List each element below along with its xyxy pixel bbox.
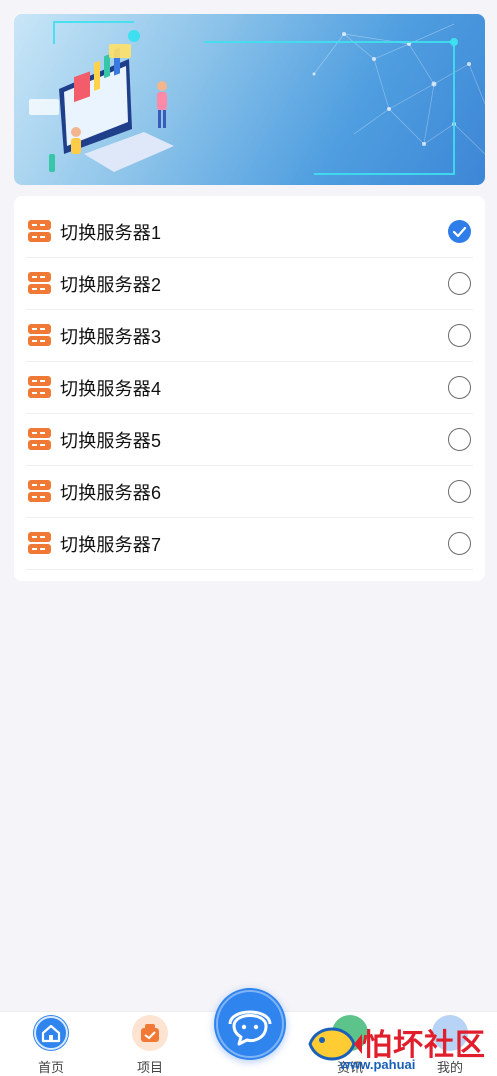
server-option-label: 切换服务器5 — [60, 430, 162, 451]
server-list: 切换服务器1 切换服务器2 切换服务器3 切换服务器4 切换服务器5 切换服务器… — [14, 196, 485, 581]
server-option-7[interactable]: 切换服务器7 — [26, 518, 473, 570]
server-option-label: 切换服务器2 — [60, 274, 162, 295]
server-option-label: 切换服务器4 — [60, 378, 162, 399]
server-option-label: 切换服务器1 — [60, 222, 162, 243]
customer-service-button[interactable] — [214, 988, 286, 1060]
server-icon — [28, 532, 51, 555]
server-icon — [28, 324, 51, 347]
server-option-2[interactable]: 切换服务器2 — [26, 258, 473, 310]
customer-service-icon — [216, 990, 284, 1058]
radio-checked-icon[interactable] — [448, 220, 471, 243]
server-option-1[interactable]: 切换服务器1 — [26, 206, 473, 258]
server-icon — [28, 376, 51, 399]
tab-home[interactable]: 首页 — [11, 1012, 91, 1076]
tab-project-label: 项目 — [136, 1060, 163, 1075]
server-option-3[interactable]: 切换服务器3 — [26, 310, 473, 362]
tab-home-label: 首页 — [37, 1060, 64, 1075]
server-option-6[interactable]: 切换服务器6 — [26, 466, 473, 518]
watermark-logo: 怕坏社区 www.pahuai — [300, 1008, 497, 1076]
server-option-4[interactable]: 切换服务器4 — [26, 362, 473, 414]
radio-unchecked-icon[interactable] — [448, 532, 471, 555]
server-option-5[interactable]: 切换服务器5 — [26, 414, 473, 466]
radio-unchecked-icon[interactable] — [448, 324, 471, 347]
server-icon — [28, 428, 51, 451]
banner-illustration — [29, 21, 485, 175]
watermark-url: www.pahuai — [340, 1057, 416, 1072]
server-icon — [28, 480, 51, 503]
server-option-label: 切换服务器6 — [60, 482, 162, 503]
radio-unchecked-icon[interactable] — [448, 376, 471, 399]
radio-unchecked-icon[interactable] — [448, 480, 471, 503]
hero-banner — [14, 14, 485, 185]
radio-unchecked-icon[interactable] — [448, 428, 471, 451]
server-option-label: 切换服务器3 — [60, 326, 162, 347]
radio-unchecked-icon[interactable] — [448, 272, 471, 295]
server-icon — [28, 272, 51, 295]
tab-project[interactable]: 项目 — [110, 1012, 190, 1076]
project-icon — [132, 1015, 168, 1051]
server-option-label: 切换服务器7 — [60, 534, 162, 555]
home-icon — [33, 1015, 69, 1051]
server-icon — [28, 220, 51, 243]
